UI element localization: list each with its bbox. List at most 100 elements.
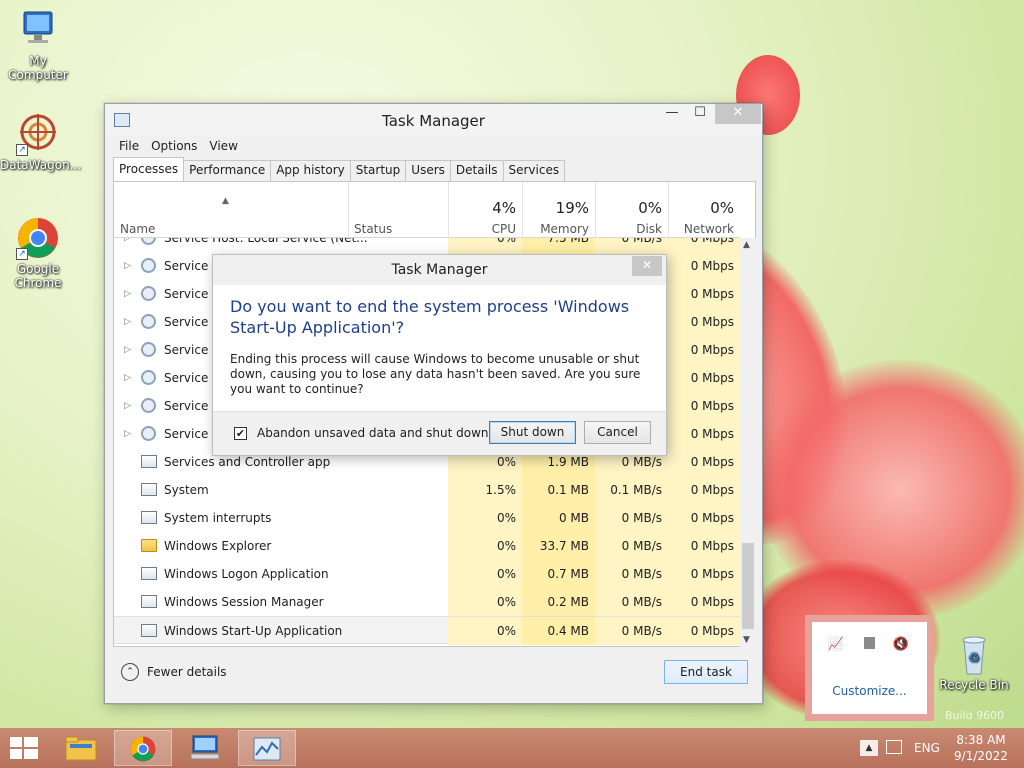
table-row[interactable]: Windows Explorer 0% 33.7 MB 0 MB/s 0 Mbps <box>114 532 740 560</box>
taskbar-clock[interactable]: 8:38 AM 9/1/2022 <box>950 732 1012 764</box>
customize-link[interactable]: Customize... <box>812 684 927 698</box>
desktop-icon-google-chrome[interactable]: ↗ Google Chrome <box>0 216 76 290</box>
chevron-up-icon: ⌃ <box>121 663 139 681</box>
column-cpu[interactable]: 4% CPU <box>448 182 522 238</box>
file-explorer-taskbar-icon[interactable] <box>52 730 110 766</box>
abandon-data-label[interactable]: Abandon unsaved data and shut down. <box>257 426 492 440</box>
table-row[interactable]: Windows Logon Application 0% 0.7 MB 0 MB/s 0… <box>114 560 740 588</box>
windows-start-icon[interactable] <box>10 737 38 761</box>
column-status-label: Status <box>354 222 393 236</box>
tab-users[interactable]: Users <box>405 160 451 181</box>
expand-chevron-icon[interactable]: ▷ <box>124 252 131 280</box>
cell-network: 0 Mbps <box>668 560 740 588</box>
fewer-details-toggle[interactable]: ⌃ Fewer details <box>121 663 227 681</box>
column-status[interactable]: Status <box>348 182 448 238</box>
cancel-button[interactable]: Cancel <box>584 421 651 444</box>
chrome-taskbar-icon[interactable] <box>114 730 172 766</box>
expand-chevron-icon[interactable]: ▷ <box>124 392 131 420</box>
vertical-scrollbar[interactable]: ▲ ▼ <box>740 238 756 647</box>
dialog-close-button[interactable]: ✕ <box>632 256 662 276</box>
window-icon <box>141 624 157 637</box>
cell-disk: 0 MB/s <box>595 560 668 588</box>
column-memory[interactable]: 19% Memory <box>522 182 595 238</box>
window-icon <box>141 595 157 608</box>
minimize-button[interactable]: — <box>659 104 685 124</box>
table-row[interactable]: Windows Start-Up Application 0% 0.4 MB 0 MB… <box>114 616 740 645</box>
cell-network: 0 Mbps <box>668 448 740 476</box>
shut-down-button[interactable]: Shut down <box>489 421 576 444</box>
svg-text:♻: ♻ <box>968 651 980 666</box>
cell-cpu: 0% <box>448 532 522 560</box>
process-name: Windows Session Manager <box>164 595 324 609</box>
expand-chevron-icon[interactable]: ▷ <box>124 364 131 392</box>
notification-overflow-popup: 📈 🔇 Customize... <box>805 615 934 721</box>
table-row[interactable]: System interrupts 0% 0 MB 0 MB/s 0 Mbps <box>114 504 740 532</box>
speaker-muted-icon[interactable]: 🔇 <box>892 637 910 653</box>
expand-chevron-icon[interactable]: ▷ <box>124 336 131 364</box>
maximize-button[interactable]: ☐ <box>687 104 713 124</box>
window-icon <box>141 511 157 524</box>
cell-memory: 0 MB <box>522 504 595 532</box>
scroll-down-icon[interactable]: ▼ <box>743 635 750 645</box>
scroll-up-icon[interactable]: ▲ <box>743 240 750 250</box>
dialog-title: Task Manager <box>391 262 488 278</box>
menu-file[interactable]: File <box>119 139 139 153</box>
cell-memory: 0.4 MB <box>522 617 595 645</box>
column-disk[interactable]: 0% Disk <box>595 182 668 238</box>
tab-details[interactable]: Details <box>449 160 504 181</box>
expand-chevron-icon[interactable]: ▷ <box>124 308 131 336</box>
desktop-icon-recycle-bin[interactable]: ♻ Recycle Bin <box>936 632 1012 692</box>
cell-cpu: 1.5% <box>448 476 522 504</box>
abandon-data-checkbox[interactable]: ✔ <box>234 427 247 440</box>
cell-disk: 0.1 MB/s <box>595 476 668 504</box>
cell-network: 0 Mbps <box>668 308 740 336</box>
chevron-up-icon: ▲ <box>860 740 878 756</box>
cell-network: 0 Mbps <box>668 280 740 308</box>
disk-label: Disk <box>636 222 662 236</box>
cell-memory: 7.5 MB <box>522 238 595 252</box>
shortcut-arrow-icon: ↗ <box>16 144 28 156</box>
build-watermark: Build 9600 <box>945 709 1005 722</box>
folder-icon <box>141 539 157 552</box>
column-name[interactable]: ▲ Name <box>114 182 348 238</box>
scroll-thumb[interactable] <box>742 543 754 629</box>
tab-services[interactable]: Services <box>502 160 566 181</box>
cell-disk: 0 MB/s <box>595 588 668 616</box>
memory-total-percent: 19% <box>555 199 589 217</box>
language-indicator[interactable]: ENG <box>914 741 940 757</box>
table-row[interactable]: Windows Session Manager 0% 0.2 MB 0 MB/s 0 M… <box>114 588 740 616</box>
window-icon <box>141 567 157 580</box>
task-manager-tray-icon[interactable]: 📈 <box>827 637 845 653</box>
dialog-title-bar[interactable]: Task Manager ✕ <box>213 255 666 285</box>
menu-options[interactable]: Options <box>151 139 197 153</box>
dialog-body: Ending this process will cause Windows t… <box>230 352 641 396</box>
gear-icon <box>141 238 156 245</box>
tab-startup[interactable]: Startup <box>349 160 407 181</box>
title-bar[interactable]: Task Manager — ☐ ✕ <box>105 104 762 136</box>
expand-chevron-icon[interactable]: ▷ <box>124 238 131 252</box>
clock-time: 8:38 AM <box>956 733 1006 747</box>
cell-cpu: 0% <box>448 617 522 645</box>
flag-icon[interactable] <box>860 637 878 653</box>
table-row[interactable]: ▷ Service Host: Local Service (Net... 0% 7.… <box>114 238 740 252</box>
remote-desktop-taskbar-icon[interactable] <box>176 730 234 766</box>
tab-processes[interactable]: Processes <box>113 157 185 181</box>
cell-memory: 0.7 MB <box>522 560 595 588</box>
expand-chevron-icon[interactable]: ▷ <box>124 420 131 448</box>
tab-app-history[interactable]: App history <box>270 160 351 181</box>
tab-performance[interactable]: Performance <box>183 160 272 181</box>
memory-label: Memory <box>540 222 589 236</box>
column-network[interactable]: 0% Network <box>668 182 740 238</box>
desktop-icon-datawagon[interactable]: ↗ DataWagon... <box>0 112 81 172</box>
task-manager-taskbar-icon[interactable] <box>238 730 296 766</box>
close-button[interactable]: ✕ <box>715 104 761 124</box>
desktop-icon-my-computer[interactable]: My Computer <box>0 8 76 82</box>
cell-disk: 0 MB/s <box>595 238 668 252</box>
cpu-label: CPU <box>491 222 516 236</box>
gear-icon <box>141 370 156 385</box>
cell-network: 0 Mbps <box>668 238 740 252</box>
expand-chevron-icon[interactable]: ▷ <box>124 280 131 308</box>
end-task-button[interactable]: End task <box>664 660 748 684</box>
table-row[interactable]: System 1.5% 0.1 MB 0.1 MB/s 0 Mbps <box>114 476 740 504</box>
menu-view[interactable]: View <box>209 139 237 153</box>
